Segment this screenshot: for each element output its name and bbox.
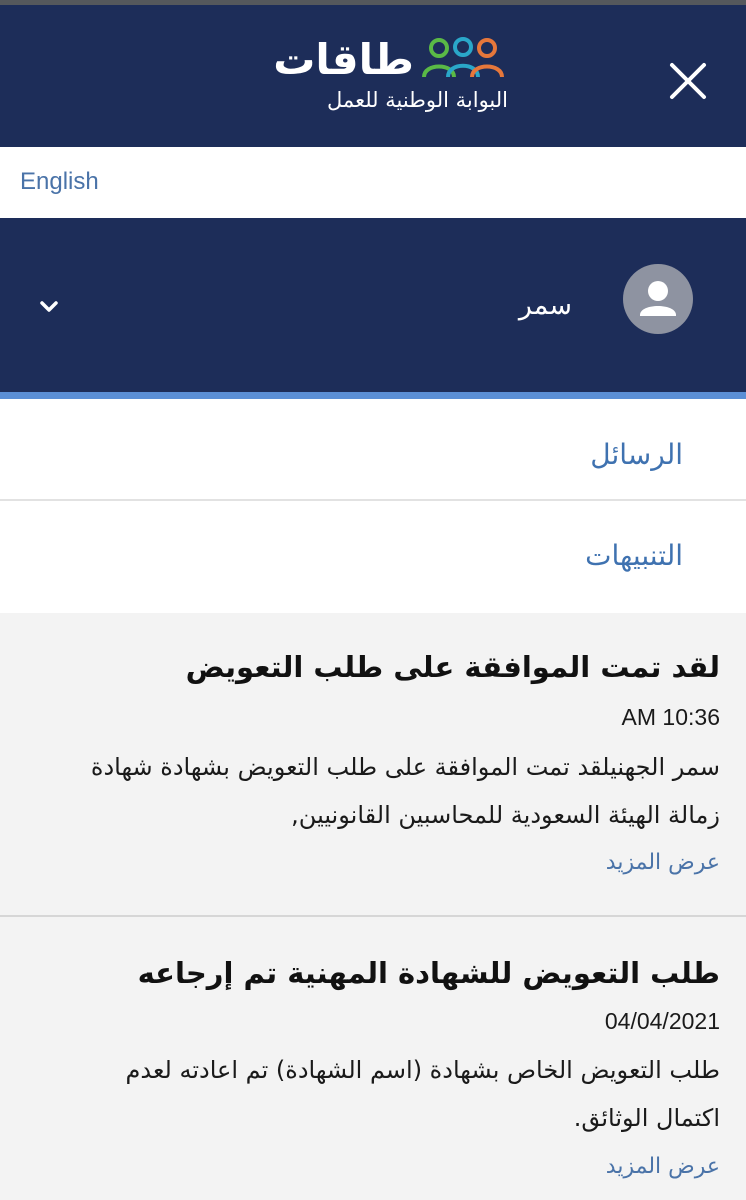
notification-body: سمر الجهنيلقد تمت الموافقة على طلب التعو… — [30, 743, 720, 839]
notification-item: لقد تمت الموافقة على طلب التعويض AM 10:3… — [0, 613, 746, 915]
show-more-link[interactable]: عرض المزيد — [606, 1152, 720, 1182]
nav-item-label: الرسائل — [590, 438, 683, 471]
site-header: طاقات البوابة الوطنية للعمل — [0, 5, 746, 147]
notification-body: طلب التعويض الخاص بشهادة (اسم الشهادة) ت… — [30, 1046, 721, 1142]
notification-time: 04/04/2021 — [604, 1008, 720, 1034]
nav-item-messages[interactable]: الرسائل — [0, 399, 746, 499]
language-switch-link[interactable]: English — [20, 167, 99, 197]
nav-item-label: التنبيهات — [585, 539, 683, 572]
notification-body-line: طلب التعويض الخاص بشهادة (اسم الشهادة) ت… — [125, 1056, 721, 1084]
logo-tagline: البوابة الوطنية للعمل — [327, 88, 508, 112]
language-bar: English — [0, 147, 746, 218]
user-menu[interactable]: سمر — [0, 218, 746, 392]
notification-body-line: سمر الجهنيلقد تمت الموافقة على طلب التعو… — [90, 753, 720, 781]
nav-list: الرسائل التنبيهات — [0, 399, 746, 613]
user-bar-accent-line — [0, 392, 746, 399]
notification-body-line: اكتمال الوثائق. — [573, 1104, 720, 1132]
nav-item-notifications[interactable]: التنبيهات — [0, 501, 746, 613]
close-button[interactable] — [664, 57, 712, 105]
notification-body-line: زمالة الهيئة السعودية للمحاسبين القانوني… — [291, 801, 720, 829]
notification-title: لقد تمت الموافقة على طلب التعويض — [185, 650, 720, 684]
notification-time: AM 10:36 — [621, 704, 720, 730]
user-name: سمر — [518, 290, 572, 321]
notification-item: طلب التعويض للشهادة المهنية تم إرجاعه 04… — [0, 917, 746, 1200]
user-icon — [640, 281, 676, 316]
notification-title: طلب التعويض للشهادة المهنية تم إرجاعه — [137, 956, 720, 990]
close-icon — [670, 63, 706, 99]
people-icon — [422, 37, 504, 78]
taqat-logo[interactable]: طاقات البوابة الوطنية للعمل — [248, 37, 510, 117]
show-more-link[interactable]: عرض المزيد — [606, 848, 720, 878]
avatar — [623, 264, 693, 334]
expand-user-menu-button[interactable] — [34, 292, 64, 322]
chevron-down-icon — [40, 301, 58, 312]
logo-wordmark: طاقات — [273, 35, 414, 84]
